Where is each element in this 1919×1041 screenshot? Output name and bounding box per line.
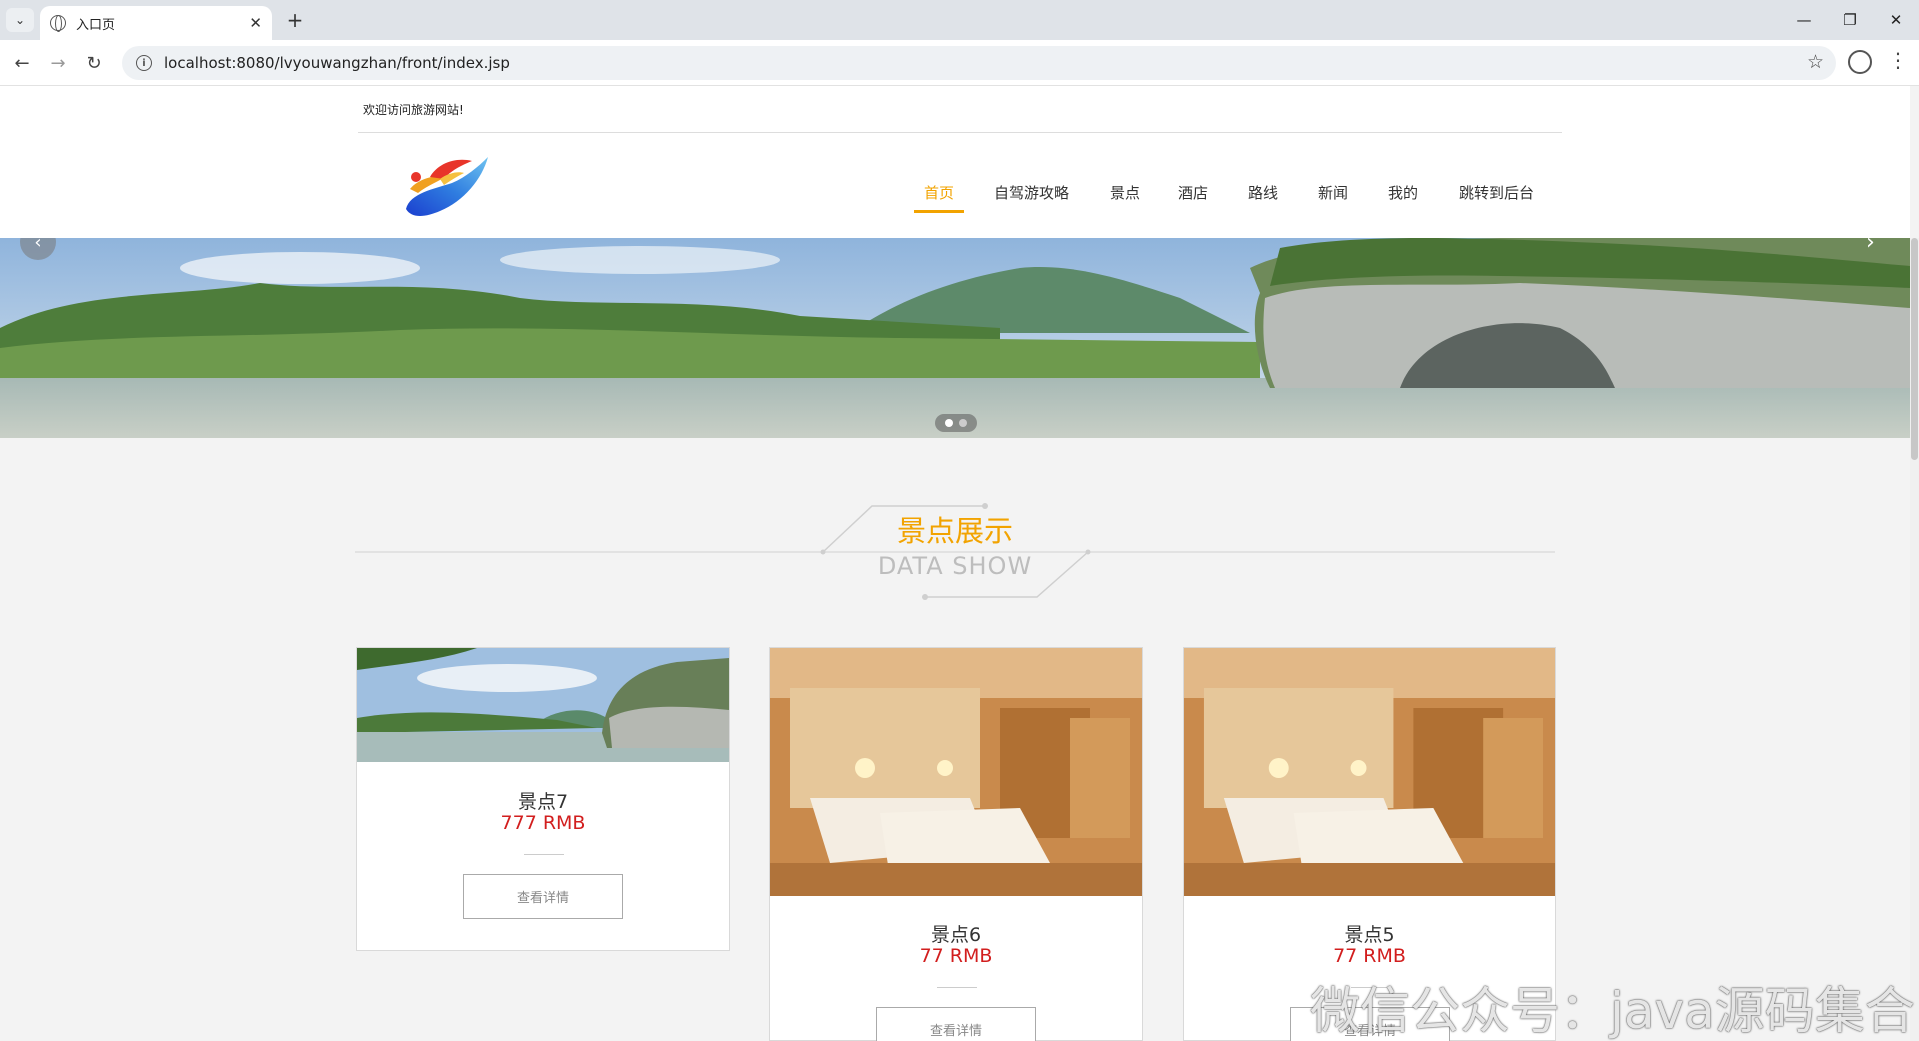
hotel-room-image[interactable] — [1184, 648, 1555, 896]
back-button[interactable]: ← — [8, 49, 36, 77]
forward-button[interactable]: → — [44, 49, 72, 77]
view-details-button[interactable]: 查看详情 — [876, 1007, 1036, 1041]
hotel-room-image[interactable] — [770, 648, 1142, 896]
close-icon[interactable]: ✕ — [249, 14, 262, 32]
nav-active-underline — [914, 210, 964, 213]
new-tab-button[interactable]: + — [282, 8, 308, 32]
page-scrollbar[interactable] — [1910, 238, 1919, 1041]
address-bar[interactable]: i localhost:8080/lvyouwangzhan/front/ind… — [122, 46, 1836, 80]
nav-home[interactable]: 首页 — [924, 182, 954, 203]
page-viewport: 欢迎访问旅游网站! 首页 自驾游攻略 景点 酒店 路线 新闻 我的 跳转到后台 … — [0, 86, 1919, 1041]
attraction-card: 景点6 77 RMB 查看详情 — [769, 647, 1143, 1041]
browser-toolbar: ← → ↻ i localhost:8080/lvyouwangzhan/fro… — [0, 40, 1919, 86]
header-divider — [358, 132, 1562, 133]
nav-attractions[interactable]: 景点 — [1110, 182, 1140, 203]
globe-icon — [50, 15, 66, 32]
carousel-dot-2[interactable] — [959, 419, 967, 427]
bookmark-star-icon[interactable]: ☆ — [1807, 51, 1824, 73]
browser-tab[interactable]: 入口页 ✕ — [40, 6, 272, 40]
nav-news[interactable]: 新闻 — [1318, 182, 1348, 203]
nav-admin[interactable]: 跳转到后台 — [1459, 182, 1534, 203]
section-title: 景点展示 — [896, 514, 1013, 548]
reload-button[interactable]: ↻ — [80, 49, 108, 77]
browser-tab-bar: ⌄ 入口页 ✕ + — ❐ ✕ — [0, 0, 1919, 40]
watermark-text: 微信公众号：java源码集合 — [1310, 982, 1915, 1040]
card-name: 景点7 — [517, 791, 569, 813]
url-text: localhost:8080/lvyouwangzhan/front/index… — [164, 54, 510, 72]
carousel-indicators — [935, 414, 977, 432]
nav-hotels[interactable]: 酒店 — [1178, 182, 1208, 203]
profile-icon[interactable] — [1848, 50, 1872, 74]
restore-button[interactable]: ❐ — [1830, 6, 1870, 34]
site-header: 欢迎访问旅游网站! 首页 自驾游攻略 景点 酒店 路线 新闻 我的 跳转到后台 — [0, 86, 1910, 238]
scrollbar-thumb[interactable] — [1911, 238, 1918, 460]
nav-self-drive-guide[interactable]: 自驾游攻略 — [994, 182, 1069, 203]
view-details-button[interactable]: 查看详情 — [463, 874, 623, 919]
attraction-card: 景点7 777 RMB 查看详情 — [356, 647, 730, 951]
section-subtitle: DATA SHOW — [877, 552, 1033, 580]
card-divider — [524, 854, 564, 855]
welcome-text: 欢迎访问旅游网站! — [363, 103, 464, 117]
carousel-next-button[interactable]: › — [1866, 238, 1875, 255]
carousel-dot-1[interactable] — [945, 419, 953, 427]
card-price: 777 RMB — [500, 812, 586, 834]
info-icon[interactable]: i — [136, 55, 152, 71]
window-close-button[interactable]: ✕ — [1876, 6, 1916, 34]
tab-search-button[interactable]: ⌄ — [6, 8, 34, 32]
nav-mine[interactable]: 我的 — [1388, 182, 1418, 203]
card-name: 景点5 — [1344, 924, 1395, 946]
main-nav: 首页 自驾游攻略 景点 酒店 路线 新闻 我的 跳转到后台 — [0, 182, 1910, 206]
nav-routes[interactable]: 路线 — [1248, 182, 1278, 203]
minimize-button[interactable]: — — [1784, 6, 1824, 34]
menu-icon[interactable]: ⋮ — [1888, 48, 1908, 72]
banner-image — [0, 238, 1910, 438]
card-name: 景点6 — [930, 924, 982, 946]
card-price: 77 RMB — [919, 945, 993, 967]
banner-carousel: ‹ › — [0, 238, 1910, 438]
card-price: 77 RMB — [1333, 945, 1406, 967]
tab-title: 入口页 — [76, 17, 116, 33]
card-divider — [937, 987, 977, 988]
karst-river-image[interactable] — [357, 648, 729, 762]
